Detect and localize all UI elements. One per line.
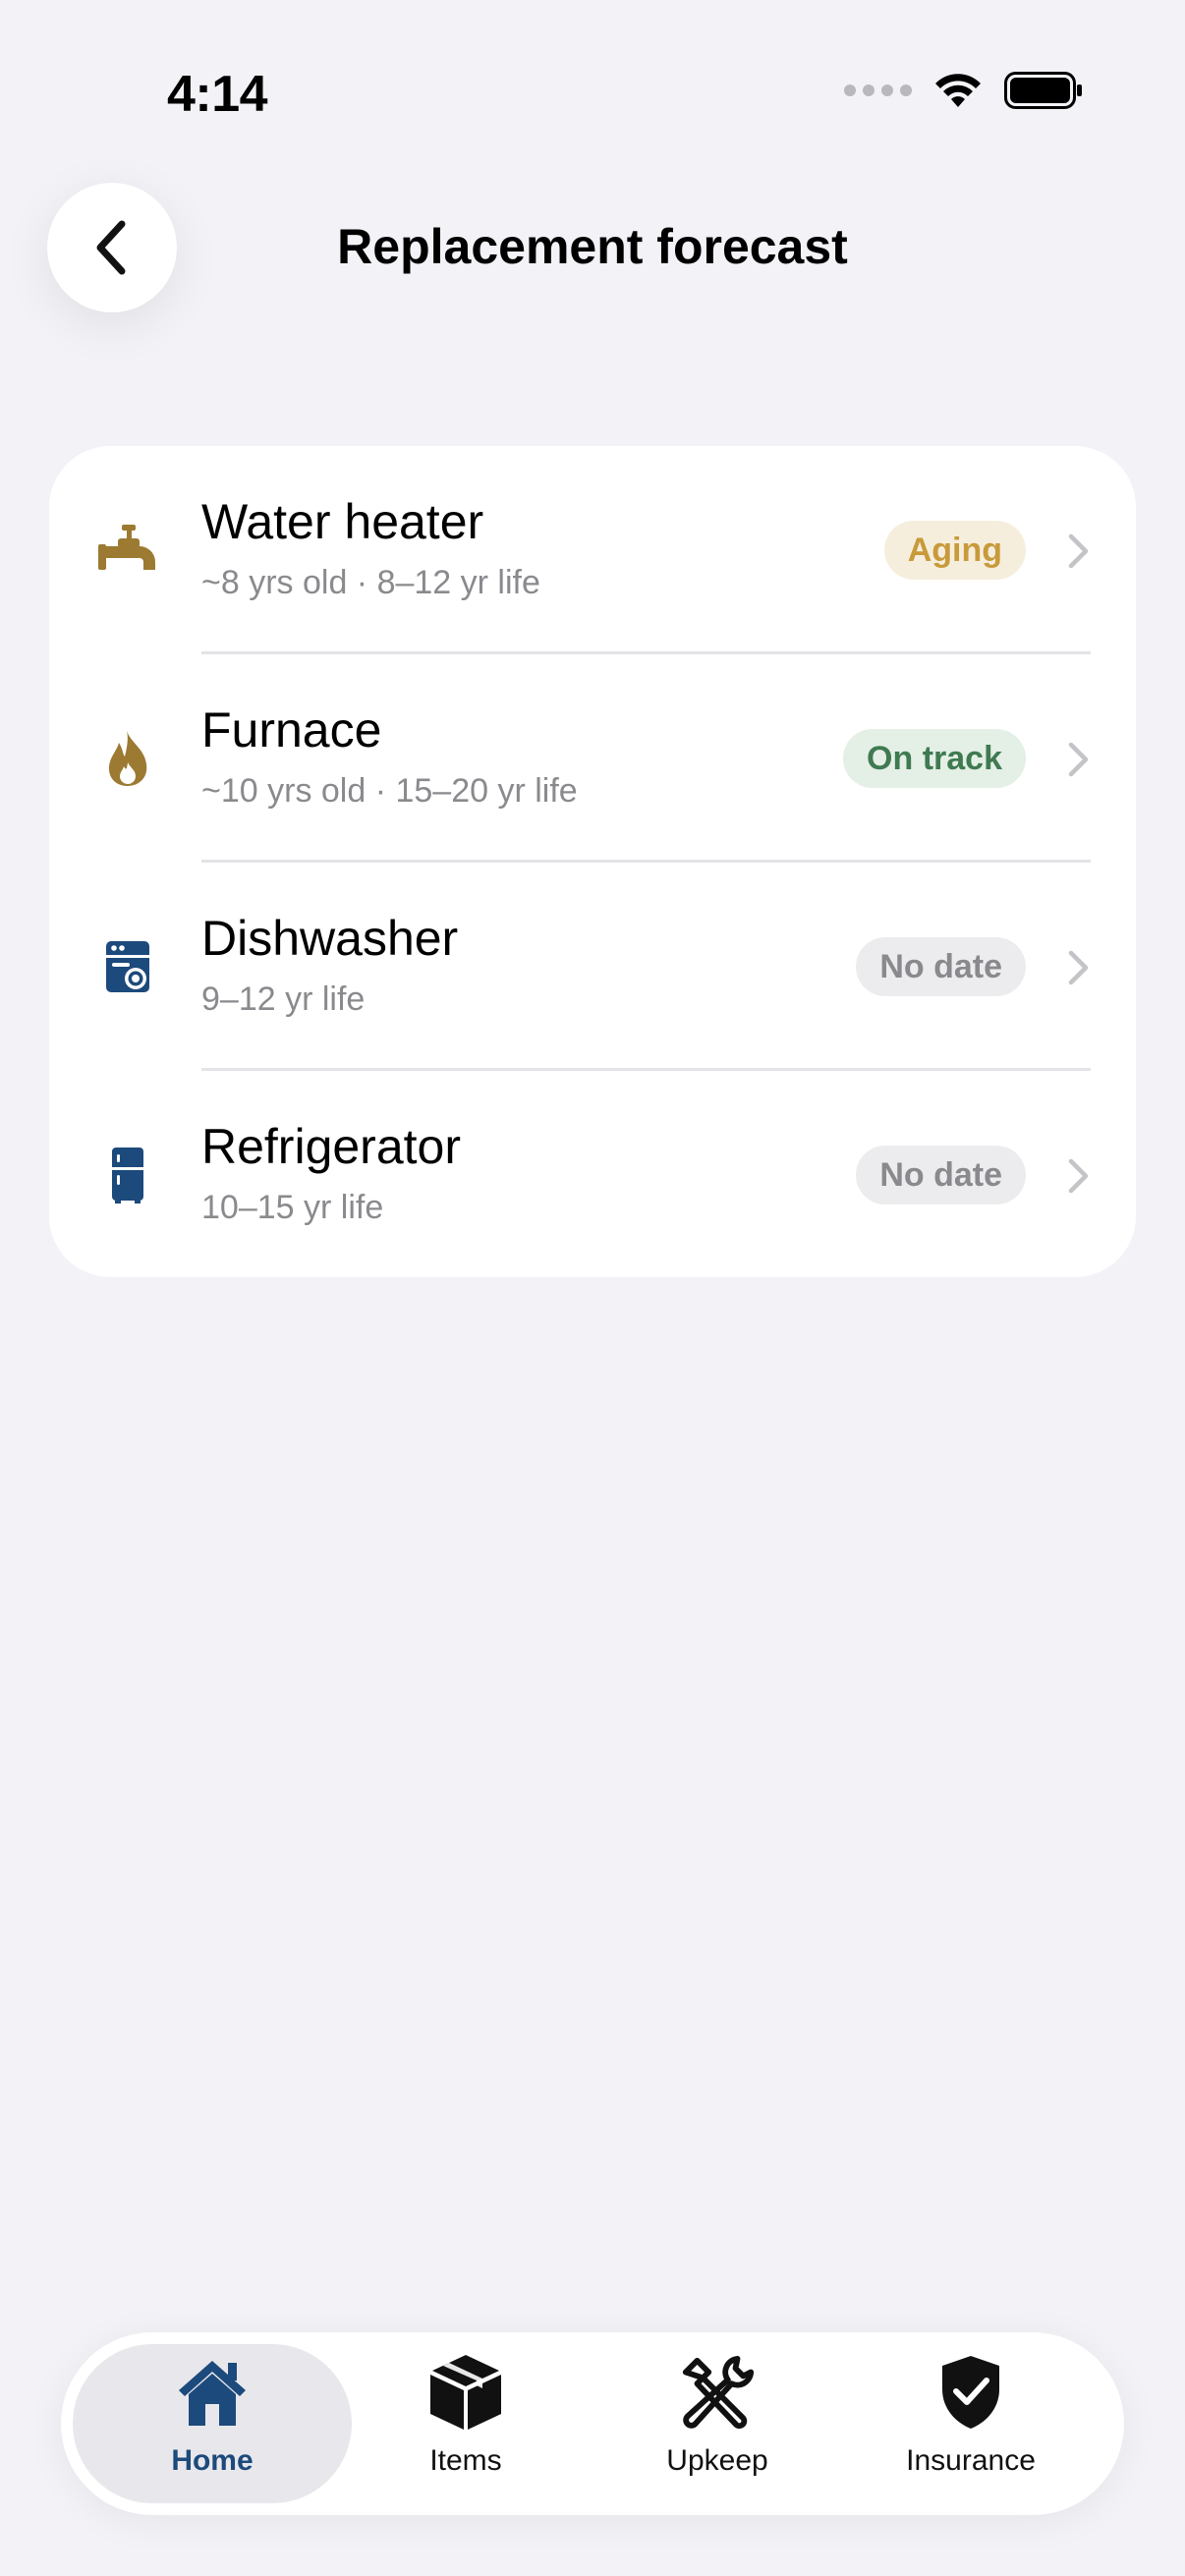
tab-items[interactable]: Items [326,2344,605,2503]
item-name: Refrigerator [201,1119,461,1174]
item-subtitle: ~8 yrs old · 8–12 yr life [201,564,540,601]
tab-label: Insurance [906,2444,1036,2477]
status-icons [844,71,1083,110]
item-name: Water heater [201,494,484,549]
status-bar: 4:14 [0,0,1185,187]
page-title: Replacement forecast [337,219,848,274]
status-time: 4:14 [167,66,268,123]
item-subtitle: 10–15 yr life [201,1189,384,1226]
wifi-icon [935,74,981,107]
tab-upkeep[interactable]: Upkeep [578,2344,857,2503]
chevron-right-icon [1068,950,1089,985]
box-icon [426,2352,505,2433]
refrigerator-icon [94,1146,161,1204]
shield-check-icon [931,2352,1010,2433]
tab-home[interactable]: Home [73,2344,352,2503]
faucet-icon [94,521,161,580]
item-name: Dishwasher [201,911,459,966]
battery-icon [1004,72,1082,109]
status-badge: No date [856,937,1026,996]
status-badge: No date [856,1146,1026,1204]
forecast-list-card: Water heater ~8 yrs old · 8–12 yr life A… [49,446,1136,1277]
cellular-signal-icon [844,71,912,110]
chevron-right-icon [1068,742,1089,777]
tab-label: Upkeep [666,2444,768,2477]
item-subtitle: ~10 yrs old · 15–20 yr life [201,772,578,810]
status-badge: On track [843,729,1026,788]
house-icon [173,2352,252,2433]
item-subtitle: 9–12 yr life [201,980,366,1018]
dishwasher-icon [94,937,161,996]
list-item-water-heater[interactable]: Water heater ~8 yrs old · 8–12 yr life A… [49,446,1136,654]
list-item-furnace[interactable]: Furnace ~10 yrs old · 15–20 yr life On t… [49,654,1136,863]
chevron-right-icon [1068,1158,1089,1194]
tab-insurance[interactable]: Insurance [831,2344,1110,2503]
status-badge: Aging [883,521,1026,580]
tab-bar: Home Items Upkeep Insurance [61,2332,1124,2515]
tab-label: Home [171,2444,254,2477]
tab-label: Items [429,2444,502,2477]
list-item-refrigerator[interactable]: Refrigerator 10–15 yr life No date [49,1071,1136,1277]
flame-icon [94,729,161,788]
chevron-right-icon [1068,533,1089,569]
item-name: Furnace [201,702,382,757]
tools-icon [678,2352,757,2433]
list-item-dishwasher[interactable]: Dishwasher 9–12 yr life No date [49,863,1136,1071]
